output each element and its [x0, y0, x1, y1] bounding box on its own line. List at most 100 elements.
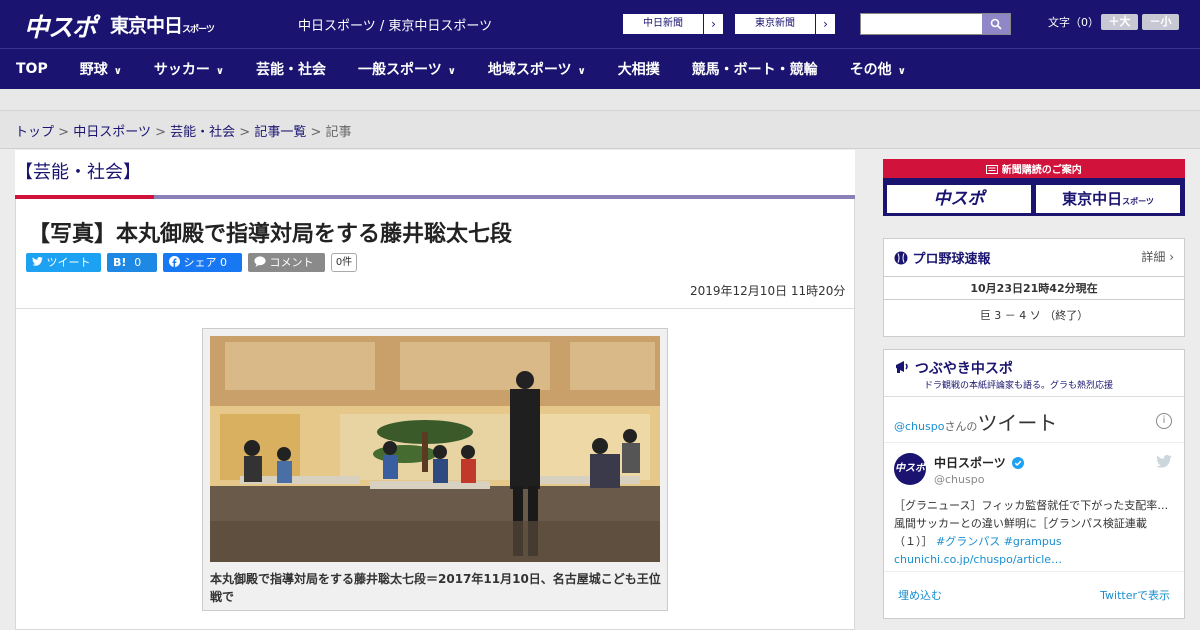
timeline-handle-link[interactable]: @chuspo [894, 420, 944, 433]
subscription-banner[interactable]: 新聞購読のご案内 中スポ 東京中日スポーツ [883, 159, 1185, 216]
article-photo-frame [202, 328, 668, 611]
chevron-right-icon: › [703, 14, 723, 34]
twitter-bird-icon[interactable] [1156, 454, 1172, 471]
chevron-down-icon: ∨ [215, 66, 224, 77]
chevron-down-icon: ∨ [447, 66, 456, 77]
nav-label: 野球 [79, 62, 108, 78]
chevron-right-icon: › [815, 14, 835, 34]
nav-label: TOP [16, 61, 48, 77]
article-photo[interactable] [210, 336, 660, 562]
info-icon[interactable]: i [1156, 413, 1172, 429]
twitter-widget-subtitle: ドラ観戦の本紙評論家も語る。グラも熱烈応援 [924, 381, 1114, 391]
twitter-widget-title-text: つぶやき中スポ [914, 361, 1013, 377]
paper-link-label: 東京新聞 [755, 18, 795, 29]
top-header: 中スポ 東京中日スポーツ 中日スポーツ / 東京中日スポーツ 中日新聞 › 東京… [0, 0, 1200, 48]
search-button[interactable] [982, 14, 1010, 34]
subscribe-chuspo-button[interactable]: 中スポ [887, 185, 1031, 213]
search-input[interactable] [861, 14, 983, 34]
timeline-handle-suffix: さんの [944, 420, 978, 433]
tokyo-logo-small: スポーツ [182, 25, 215, 35]
account-handle[interactable]: @chuspo [934, 473, 984, 486]
nav-item-soccer[interactable]: サッカー ∨ [138, 59, 240, 79]
subscription-heading: 新聞購読のご案内 [883, 163, 1185, 178]
article-date: 2019年12月10日 11時20分 [690, 284, 846, 298]
account-name[interactable]: 中日スポーツ [934, 454, 1024, 471]
site-name[interactable]: 中日スポーツ / 東京中日スポーツ [298, 15, 492, 34]
search-icon [990, 18, 1002, 30]
nav-label: 一般スポーツ [357, 62, 442, 78]
breadcrumb-top[interactable]: トップ [15, 125, 54, 140]
hatena-icon: B! [113, 256, 127, 269]
divider [884, 442, 1184, 443]
newspaper-icon [986, 165, 999, 174]
chunichi-shimbun-link[interactable]: 中日新聞 › [622, 13, 724, 35]
breadcrumb-separator: > [239, 125, 251, 140]
chuspo-logo[interactable]: 中スポ [24, 8, 97, 44]
nav-label: 芸能・社会 [255, 62, 326, 78]
breadcrumb-chunichi-sports[interactable]: 中日スポーツ [73, 125, 151, 140]
facebook-share-button[interactable]: シェア 0 [163, 253, 242, 272]
chevron-down-icon: ∨ [577, 66, 586, 77]
timeline-heading: @chuspoさんのツイート [894, 407, 1057, 436]
nav-item-sumo[interactable]: 大相撲 [602, 59, 676, 79]
nav-item-other[interactable]: その他 ∨ [834, 59, 922, 79]
tweet-url-link[interactable]: chunichi.co.jp/chuspo/article… [894, 553, 1062, 566]
nav-item-baseball[interactable]: 野球 ∨ [64, 59, 138, 79]
tokyo-chunichi-logo[interactable]: 東京中日スポーツ [110, 11, 215, 38]
hatena-bookmark-button[interactable]: B! 0 [107, 253, 157, 272]
comment-count: 0件 [331, 253, 357, 272]
tokyo-shimbun-link[interactable]: 東京新聞 › [734, 13, 836, 35]
timeline-footer: 埋め込む Twitterで表示 [884, 571, 1184, 621]
nav-item-racing[interactable]: 競馬・ボート・競輪 [676, 59, 834, 79]
main-nav: TOP 野球 ∨ サッカー ∨ 芸能・社会 一般スポーツ ∨ 地域スポーツ ∨ 大相撲 … [0, 48, 1200, 89]
breadcrumb-separator: > [310, 125, 322, 140]
pro-baseball-detail-link[interactable]: 詳細 › [1141, 248, 1174, 265]
account-name-text: 中日スポーツ [934, 456, 1006, 470]
view-on-twitter-link[interactable]: Twitterで表示 [1100, 587, 1170, 603]
megaphone-icon [896, 361, 908, 373]
tokyo-chunichi-text: 東京中日 [1062, 190, 1123, 208]
verified-badge-icon [1011, 457, 1024, 469]
pro-baseball-score[interactable]: 巨 3 － 4 ソ （終了） [884, 307, 1184, 323]
pro-baseball-title-text: プロ野球速報 [912, 252, 991, 267]
article-title: 【写真】本丸御殿で指導対局をする藤井聡太七段 [28, 222, 513, 247]
category-heading: 【芸能・社会】 [15, 162, 141, 183]
embed-link[interactable]: 埋め込む [898, 587, 942, 603]
font-smaller-button[interactable]: －小 [1142, 14, 1179, 30]
chevron-down-icon: ∨ [897, 66, 906, 77]
pro-baseball-widget: プロ野球速報 詳細 › 10月23日21時42分現在 巨 3 － 4 ソ （終了… [883, 238, 1185, 337]
nav-label: 大相撲 [617, 62, 660, 78]
font-larger-button[interactable]: ＋大 [1101, 14, 1138, 30]
breadcrumb-current: 記事 [325, 125, 352, 140]
nav-item-local-sports[interactable]: 地域スポーツ ∨ [472, 59, 602, 79]
baseball-icon [894, 251, 908, 265]
sub-nav-strip [0, 89, 1200, 111]
font-size-label: 文字（0） [1048, 16, 1099, 29]
tweet-label: ツイート [46, 256, 91, 269]
hashtag-link[interactable]: #グランパス [936, 535, 1000, 548]
facebook-count: 0 [220, 256, 227, 269]
paper-link-label: 中日新聞 [643, 18, 683, 29]
speech-bubble-icon [254, 256, 266, 267]
hatena-count: 0 [134, 256, 142, 269]
divider [16, 308, 854, 309]
facebook-icon [169, 256, 180, 267]
hashtag-link[interactable]: #grampus [1004, 535, 1062, 548]
photo-caption: 本丸御殿で指導対局をする藤井聡太七段＝2017年11月10日、名古屋城こども王位… [210, 572, 661, 604]
twitter-widget: つぶやき中スポ ドラ観戦の本紙評論家も語る。グラも熱烈応援 @chuspoさんの… [883, 349, 1185, 619]
nav-item-general-sports[interactable]: 一般スポーツ ∨ [342, 59, 472, 79]
breadcrumb-entertainment[interactable]: 芸能・社会 [170, 125, 235, 140]
twitter-logo-icon [1156, 454, 1172, 468]
nav-label: 競馬・ボート・競輪 [691, 62, 818, 78]
subscribe-tokyo-chunichi-button[interactable]: 東京中日スポーツ [1036, 185, 1180, 213]
comment-button[interactable]: コメント [248, 253, 325, 272]
tweet-button[interactable]: ツイート [26, 253, 101, 272]
avatar[interactable]: 中スポ [894, 453, 926, 485]
breadcrumb-separator: > [58, 125, 70, 140]
subscription-heading-text: 新聞購読のご案内 [1001, 165, 1082, 176]
nav-item-entertainment[interactable]: 芸能・社会 [240, 59, 342, 79]
chevron-down-icon: ∨ [113, 66, 122, 77]
breadcrumb-article-list[interactable]: 記事一覧 [254, 125, 306, 140]
tokyo-logo-text: 東京中日 [110, 15, 183, 37]
nav-item-top[interactable]: TOP [0, 61, 64, 77]
